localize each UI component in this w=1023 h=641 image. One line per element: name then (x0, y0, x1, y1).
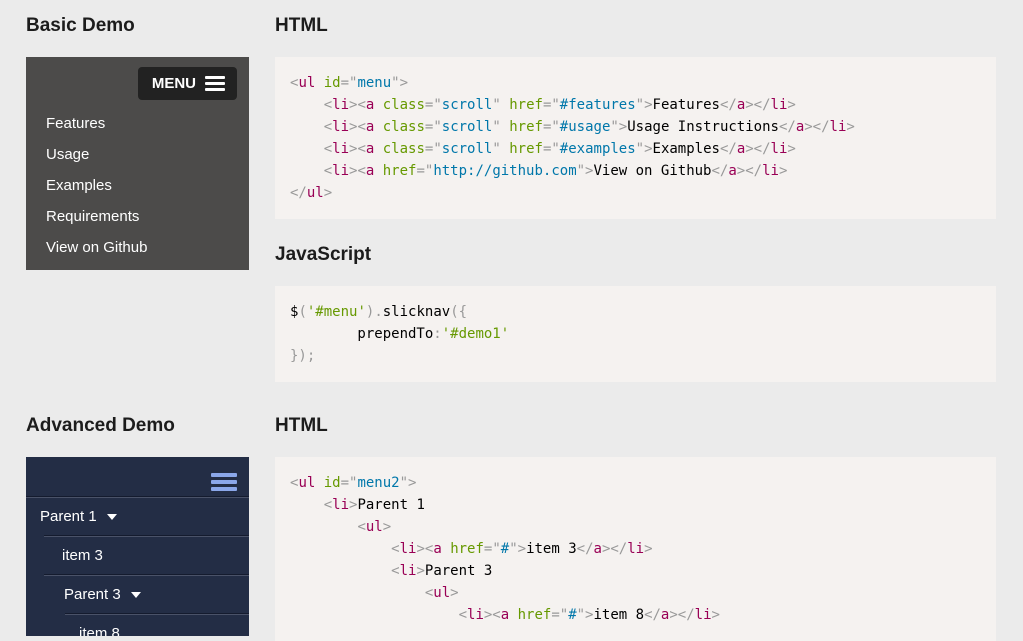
menu-item-item-3[interactable]: item 3 (26, 537, 249, 574)
code-line: <li><a class="scroll" href="#examples">E… (323, 141, 796, 157)
menu-item: Usage (26, 139, 249, 170)
advanced-menu-toggle-button[interactable] (211, 467, 237, 496)
code-line: <li>Parent 3 (391, 563, 493, 579)
code-line: <ul> (424, 585, 459, 601)
menu-toggle-button[interactable]: MENU (137, 67, 237, 100)
menu-item-view-on-github[interactable]: View on Github (26, 232, 249, 263)
html-code-block-1: <ul id="menu"> <li><a class="scroll" hre… (275, 57, 996, 219)
menu-item-usage[interactable]: Usage (26, 139, 249, 170)
menu-item-parent-1[interactable]: Parent 1 (26, 498, 249, 535)
basic-demo-heading: Basic Demo (26, 15, 135, 36)
code-line: <ul id="menu"> (290, 75, 409, 91)
code-line: <li><a href="#">item 8</a></li> (458, 607, 720, 623)
basic-menu-list: Features Usage Examples Requirements Vie… (26, 100, 249, 263)
menu-item: Features (26, 108, 249, 139)
code-line: <li><a href="#">item 3</a></li> (391, 541, 653, 557)
menu-item-label: Parent 1 (40, 507, 97, 525)
javascript-code-heading: JavaScript (275, 244, 372, 265)
advanced-demo-section: Advanced Demo Parent 1 item 3 Parent 3 i… (0, 415, 1023, 641)
menu-toggle-label: MENU (151, 74, 196, 92)
menu-item-item-8[interactable]: item 8 (26, 615, 249, 637)
menu-item-label: Parent 3 (64, 585, 121, 603)
code-line: $('#menu').slicknav({ (290, 304, 468, 320)
code-line: </ul> (290, 185, 333, 201)
menu-item: Examples (26, 170, 249, 201)
html-code-heading-2: HTML (275, 415, 328, 436)
menu-item-label[interactable]: item 3 (62, 538, 103, 574)
code-line: <li><a class="scroll" href="#usage">Usag… (323, 119, 855, 135)
code-line: prependTo:'#demo1' (290, 326, 510, 342)
code-line: <ul id="menu2"> (290, 475, 417, 491)
hamburger-icon (211, 472, 237, 491)
code-line: <li><a href="http://github.com">View on … (323, 163, 788, 179)
html-code-block-2: <ul id="menu2"> <li>Parent 1 <ul> <li><a… (275, 457, 996, 641)
menu-item: View on Github (26, 232, 249, 263)
menu-item-requirements[interactable]: Requirements (26, 201, 249, 232)
hamburger-icon (205, 75, 225, 91)
code-line: }); (290, 348, 316, 364)
basic-demo-section: Basic Demo MENU Features Usage Examples … (0, 0, 1023, 382)
advanced-demo-heading: Advanced Demo (26, 415, 175, 436)
menu-item-features[interactable]: Features (26, 108, 249, 139)
chevron-down-icon (106, 513, 117, 520)
menu-item-label[interactable]: item 8 (79, 616, 120, 637)
chevron-down-icon (130, 591, 141, 598)
menu-item-parent-3[interactable]: Parent 3 (26, 576, 249, 613)
html-code-heading-1: HTML (275, 15, 328, 36)
code-line: <li><a class="scroll" href="#features">F… (323, 97, 796, 113)
basic-demo-menu: MENU Features Usage Examples Requirement… (26, 57, 249, 270)
advanced-demo-menu: Parent 1 item 3 Parent 3 item 8 (26, 457, 249, 636)
code-line: <ul> (357, 519, 392, 535)
menu-item: Requirements (26, 201, 249, 232)
code-line: <li>Parent 1 (323, 497, 425, 513)
menu-item-examples[interactable]: Examples (26, 170, 249, 201)
javascript-code-block: $('#menu').slicknav({ prependTo:'#demo1'… (275, 286, 996, 382)
